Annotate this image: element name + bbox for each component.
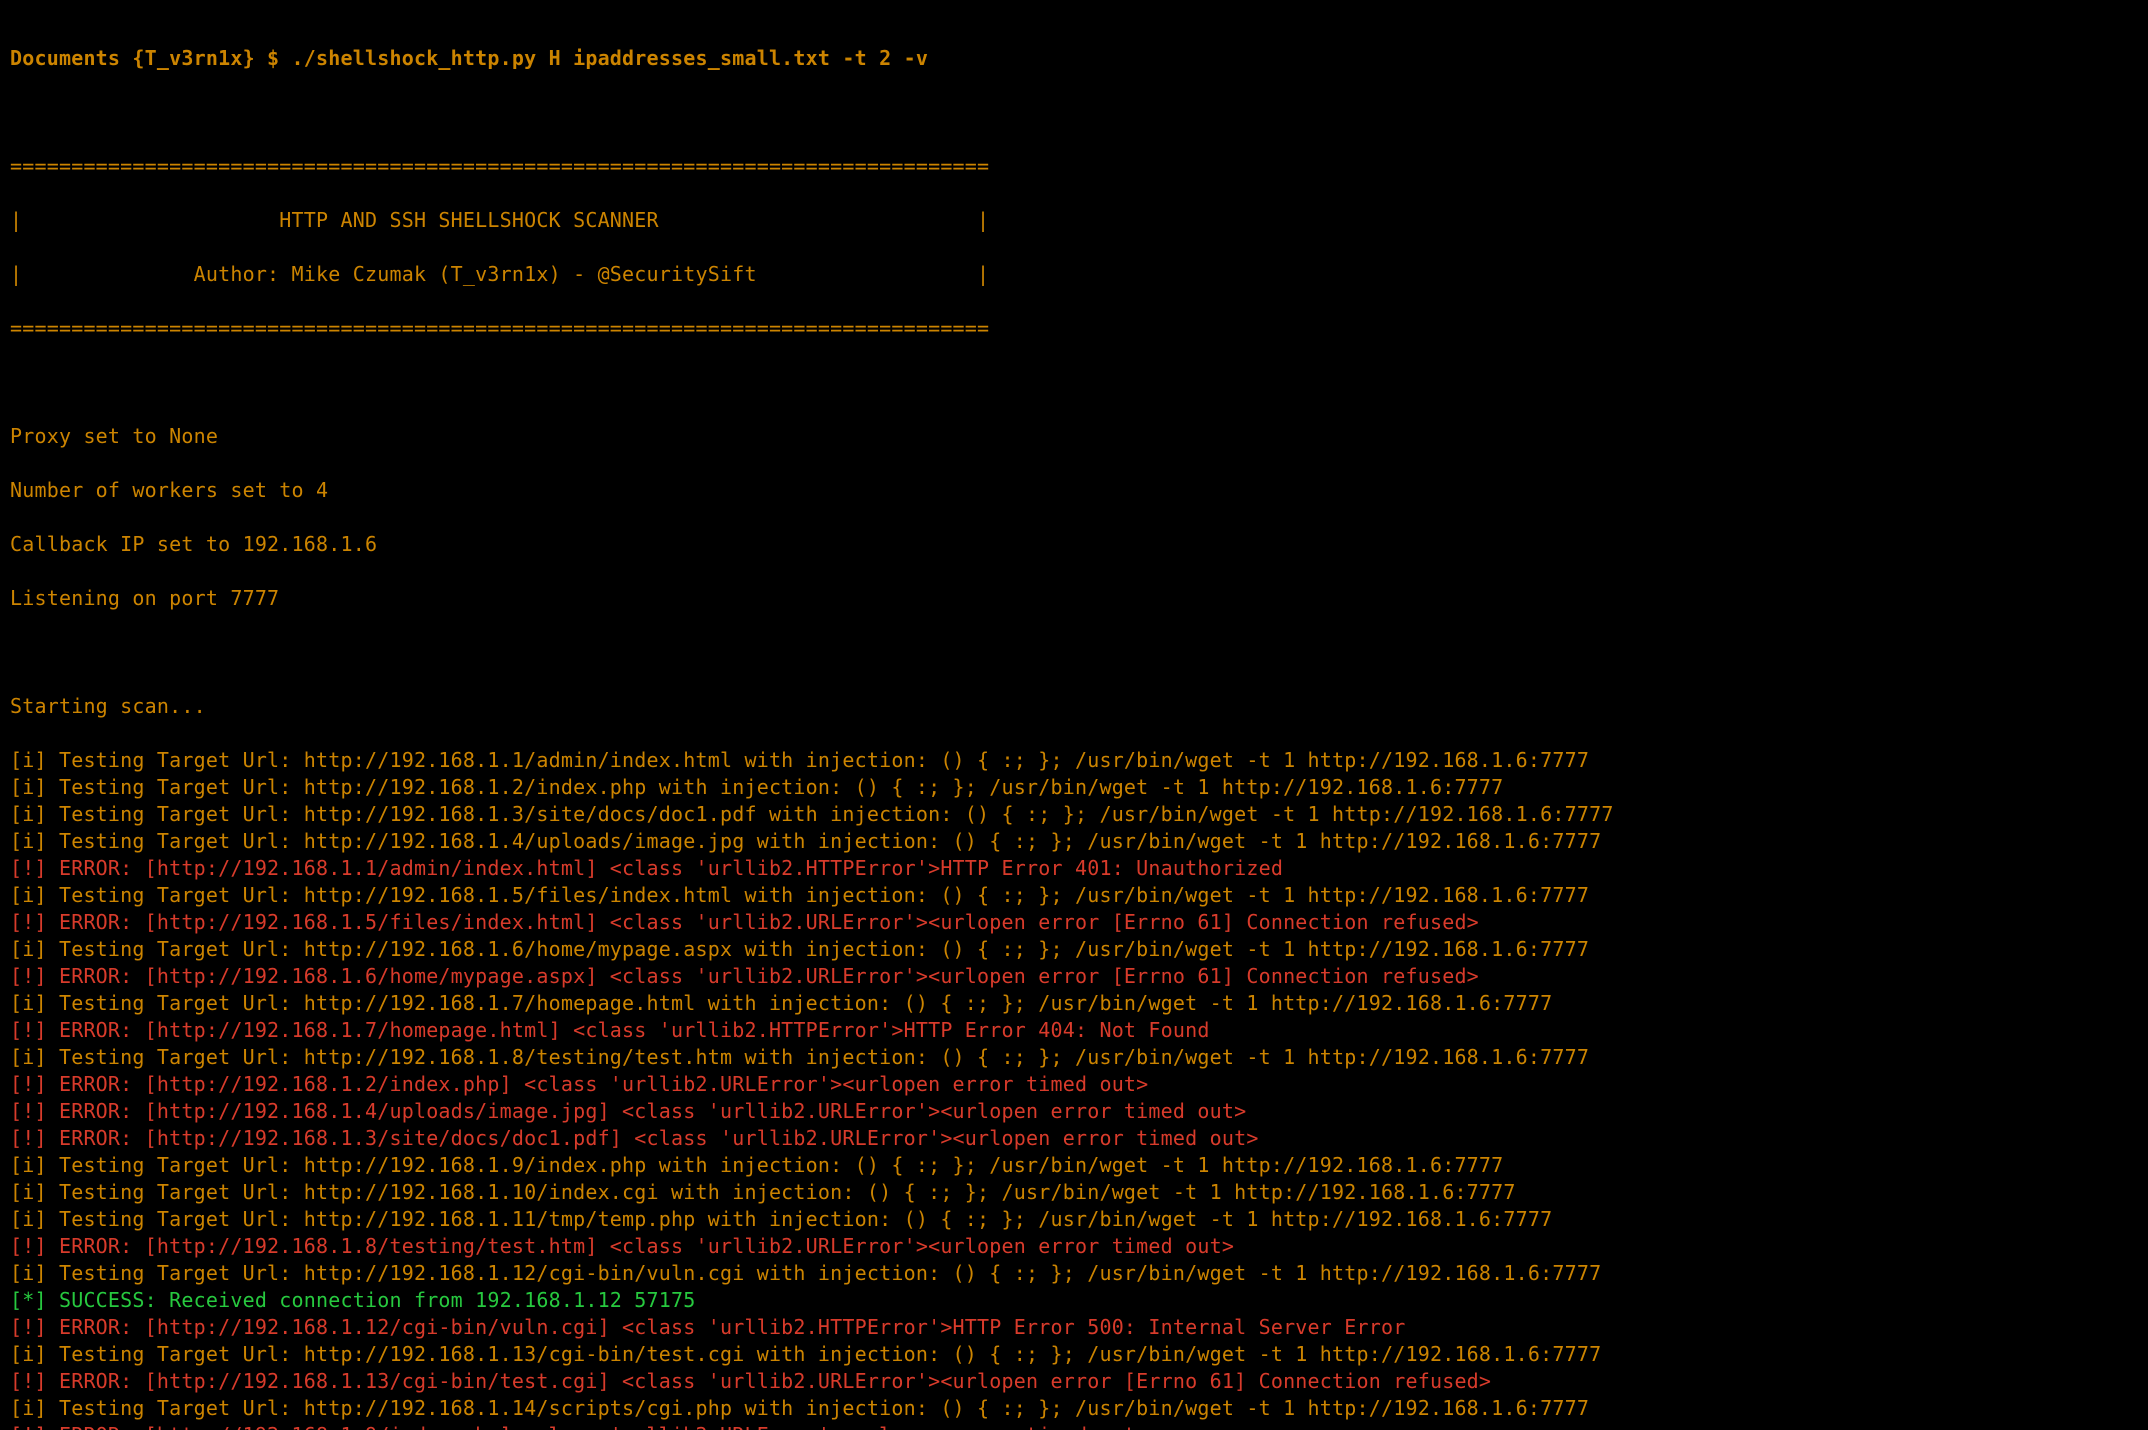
scan-error-line: [!] ERROR: [http://192.168.1.8/testing/t… — [10, 1233, 2138, 1260]
scan-error-line: [!] ERROR: [http://192.168.1.7/homepage.… — [10, 1017, 2138, 1044]
scan-info-line: [i] Testing Target Url: http://192.168.1… — [10, 801, 2138, 828]
scan-lines: [i] Testing Target Url: http://192.168.1… — [10, 747, 2138, 1430]
scan-error-line: [!] ERROR: [http://192.168.1.13/cgi-bin/… — [10, 1368, 2138, 1395]
scan-error-line: [!] ERROR: [http://192.168.1.9/index.php… — [10, 1422, 2138, 1430]
setup-line: Callback IP set to 192.168.1.6 — [10, 531, 2138, 558]
start-msg: Starting scan... — [10, 693, 2138, 720]
scan-info-line: [i] Testing Target Url: http://192.168.1… — [10, 936, 2138, 963]
scan-error-line: [!] ERROR: [http://192.168.1.2/index.php… — [10, 1071, 2138, 1098]
scan-error-line: [!] ERROR: [http://192.168.1.6/home/mypa… — [10, 963, 2138, 990]
scan-info-line: [i] Testing Target Url: http://192.168.1… — [10, 1341, 2138, 1368]
scan-info-line: [i] Testing Target Url: http://192.168.1… — [10, 882, 2138, 909]
scan-error-line: [!] ERROR: [http://192.168.1.3/site/docs… — [10, 1125, 2138, 1152]
scan-info-line: [i] Testing Target Url: http://192.168.1… — [10, 828, 2138, 855]
scan-info-line: [i] Testing Target Url: http://192.168.1… — [10, 1260, 2138, 1287]
blank-line — [10, 369, 2138, 396]
prompt-line: Documents {T_v3rn1x} $ ./shellshock_http… — [10, 45, 2138, 72]
banner-rule-top: ========================================… — [10, 153, 2138, 180]
blank-line — [10, 639, 2138, 666]
scan-error-line: [!] ERROR: [http://192.168.1.5/files/ind… — [10, 909, 2138, 936]
scan-info-line: [i] Testing Target Url: http://192.168.1… — [10, 1179, 2138, 1206]
scan-info-line: [i] Testing Target Url: http://192.168.1… — [10, 1206, 2138, 1233]
banner-title: | HTTP AND SSH SHELLSHOCK SCANNER | — [10, 207, 2138, 234]
scan-error-line: [!] ERROR: [http://192.168.1.12/cgi-bin/… — [10, 1314, 2138, 1341]
scan-info-line: [i] Testing Target Url: http://192.168.1… — [10, 990, 2138, 1017]
scan-error-line: [!] ERROR: [http://192.168.1.1/admin/ind… — [10, 855, 2138, 882]
banner-rule-bottom: ========================================… — [10, 315, 2138, 342]
terminal-output: Documents {T_v3rn1x} $ ./shellshock_http… — [0, 0, 2148, 1430]
scan-info-line: [i] Testing Target Url: http://192.168.1… — [10, 774, 2138, 801]
scan-info-line: [i] Testing Target Url: http://192.168.1… — [10, 747, 2138, 774]
setup-line: Number of workers set to 4 — [10, 477, 2138, 504]
setup-line: Listening on port 7777 — [10, 585, 2138, 612]
banner-author: | Author: Mike Czumak (T_v3rn1x) - @Secu… — [10, 261, 2138, 288]
scan-info-line: [i] Testing Target Url: http://192.168.1… — [10, 1152, 2138, 1179]
scan-error-line: [!] ERROR: [http://192.168.1.4/uploads/i… — [10, 1098, 2138, 1125]
scan-info-line: [i] Testing Target Url: http://192.168.1… — [10, 1395, 2138, 1422]
scan-success-line: [*] SUCCESS: Received connection from 19… — [10, 1287, 2138, 1314]
scan-info-line: [i] Testing Target Url: http://192.168.1… — [10, 1044, 2138, 1071]
setup-line: Proxy set to None — [10, 423, 2138, 450]
blank-line — [10, 99, 2138, 126]
